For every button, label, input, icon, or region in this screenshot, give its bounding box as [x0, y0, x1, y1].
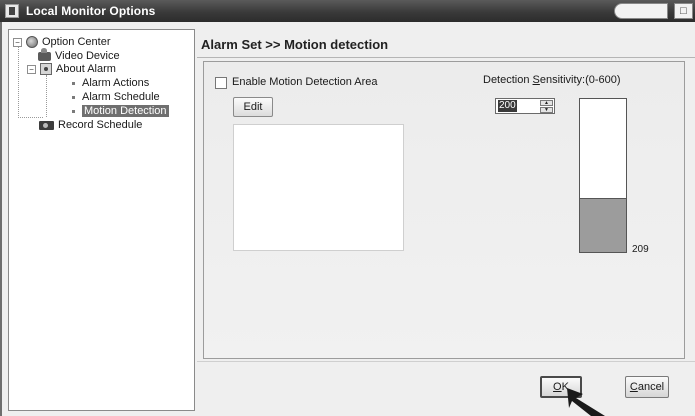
tree-item-label: Alarm Actions — [82, 77, 150, 89]
cancel-rest: ancel — [637, 381, 665, 393]
cancel-accel: C — [629, 381, 638, 393]
bullet-icon — [72, 109, 75, 113]
tree-item-label: Record Schedule — [58, 119, 143, 131]
sensitivity-value[interactable]: 200 — [498, 100, 517, 112]
sensitivity-label-accel: S — [532, 74, 540, 86]
title-bar: Local Monitor Options □ — [0, 0, 695, 22]
sensitivity-label-rest: ensitivity:(0-600) — [539, 74, 621, 86]
motion-level-fill — [580, 198, 626, 252]
tree-item-alarm-actions[interactable]: Alarm Actions — [72, 76, 149, 90]
bullet-icon — [72, 81, 75, 85]
sensitivity-label: Detection Sensitivity:(0-600) — [483, 74, 621, 86]
tree-item-label: Option Center — [42, 36, 111, 48]
record-icon — [39, 120, 54, 130]
tree-item-label: Motion Detection — [82, 105, 169, 117]
camera-icon — [38, 47, 51, 61]
tree-item-alarm-schedule[interactable]: Alarm Schedule — [72, 90, 160, 104]
motion-level-value: 209 — [632, 244, 649, 255]
tree-item-label: Video Device — [55, 50, 120, 62]
tree-item-label: About Alarm — [56, 63, 116, 75]
app-icon — [5, 4, 19, 18]
page-title: Alarm Set >> Motion detection — [201, 37, 389, 52]
collapse-icon[interactable]: − — [13, 37, 22, 47]
tree-item-record-schedule[interactable]: Record Schedule — [39, 118, 142, 132]
edit-area-button[interactable]: Edit — [233, 97, 273, 117]
ok-accel: O — [553, 381, 562, 393]
spin-down-icon[interactable]: ▼ — [540, 107, 553, 113]
title-bar-field[interactable] — [614, 3, 668, 19]
tree-item-option-center[interactable]: − Option Center — [13, 35, 110, 49]
sensitivity-spinbox[interactable]: 200 ▲ ▼ — [495, 98, 555, 114]
globe-icon — [26, 36, 38, 48]
spin-up-icon[interactable]: ▲ — [540, 100, 553, 106]
tree-item-motion-detection[interactable]: Motion Detection — [72, 104, 169, 118]
tree-item-label: Alarm Schedule — [82, 91, 160, 103]
maximize-button[interactable]: □ — [674, 3, 693, 19]
options-tree[interactable]: − Option Center Video Device − About Ala… — [8, 29, 195, 411]
tree-connector — [46, 75, 47, 117]
header-divider — [197, 57, 695, 58]
collapse-icon[interactable]: − — [27, 64, 36, 74]
enable-motion-area-checkbox[interactable] — [215, 77, 227, 89]
detection-area-preview[interactable] — [233, 124, 404, 251]
enable-motion-area-label[interactable]: Enable Motion Detection Area — [232, 76, 378, 88]
footer-divider — [197, 361, 695, 362]
tree-item-about-alarm[interactable]: − About Alarm — [27, 62, 116, 76]
cancel-button[interactable]: Cancel — [625, 376, 669, 398]
tree-connector — [18, 44, 19, 118]
bullet-icon — [72, 95, 75, 99]
motion-level-meter — [579, 98, 627, 253]
mouse-cursor-icon — [567, 388, 605, 416]
sensitivity-label-prefix: Detection — [483, 74, 533, 86]
window-title: Local Monitor Options — [26, 4, 156, 18]
alarm-icon — [40, 63, 52, 75]
tree-item-video-device[interactable]: Video Device — [38, 47, 120, 63]
